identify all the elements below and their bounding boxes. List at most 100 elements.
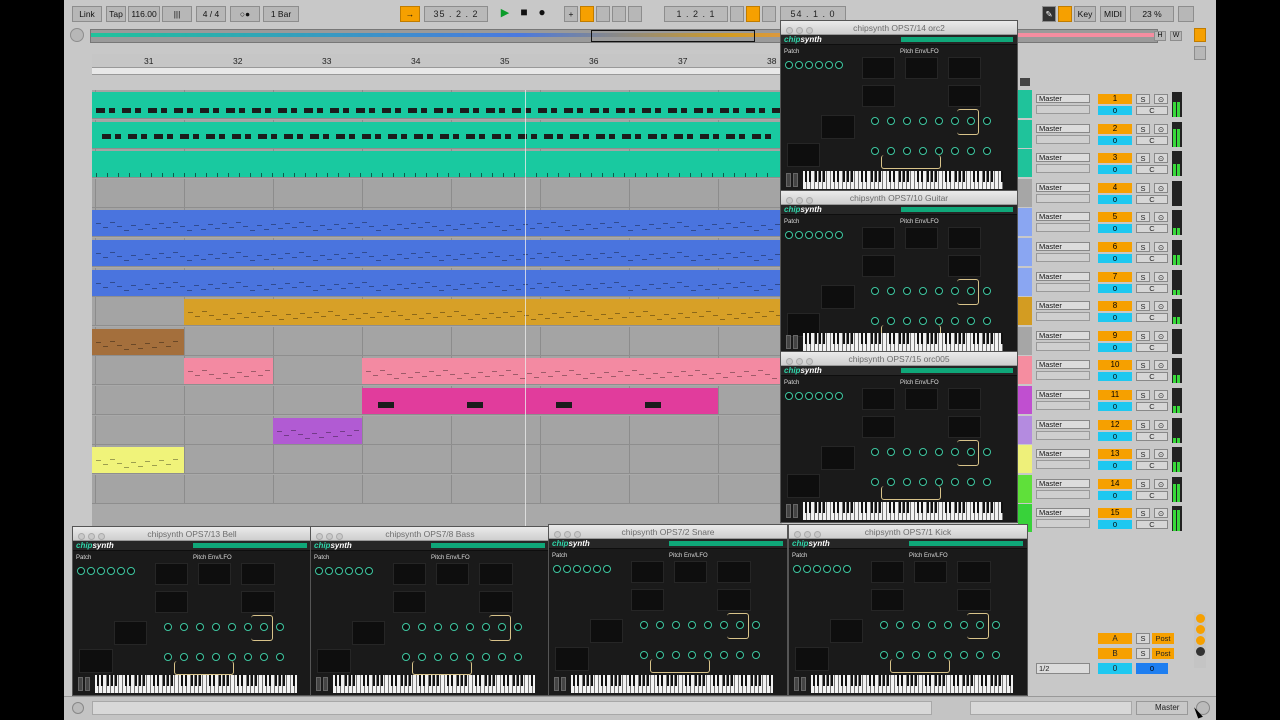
knob-icon[interactable] — [573, 565, 581, 573]
operator-knob-icon[interactable] — [992, 621, 1001, 629]
track-lane[interactable] — [92, 297, 782, 327]
midi-clip[interactable] — [184, 358, 273, 385]
plugin-body[interactable]: chipsynth Patch Pitch Env/LFO — [311, 541, 549, 695]
zoom-icon[interactable] — [806, 197, 813, 204]
mixer-row[interactable]: Master 9 0 S ⊙ C — [1018, 326, 1184, 356]
operator-panel[interactable] — [861, 416, 896, 438]
track-lane[interactable] — [92, 149, 782, 179]
lfo-panel[interactable] — [673, 561, 708, 583]
cue-button[interactable]: C — [1136, 194, 1168, 204]
knob-icon[interactable] — [813, 565, 821, 573]
track-volume[interactable]: 0 — [1098, 254, 1132, 263]
return-a-post[interactable]: Post — [1152, 633, 1174, 644]
filter-panel[interactable] — [717, 561, 751, 583]
operator-knob-icon[interactable] — [244, 653, 253, 661]
macro-panel[interactable] — [795, 647, 829, 671]
mod-wheel[interactable] — [793, 173, 798, 187]
knob-icon[interactable] — [795, 61, 803, 69]
zoom-icon[interactable] — [336, 533, 343, 540]
plugin-body[interactable]: chipsynth Patch Pitch Env/LFO — [549, 539, 787, 695]
output-channel-menu[interactable] — [1036, 371, 1090, 381]
zoom-icon[interactable] — [814, 531, 821, 538]
capture-icon[interactable] — [612, 6, 626, 22]
midi-clip[interactable] — [184, 299, 782, 326]
patch-bar[interactable] — [431, 543, 545, 548]
track-volume[interactable]: 0 — [1098, 313, 1132, 323]
minimize-icon[interactable] — [88, 533, 95, 540]
operator-knob-icon[interactable] — [672, 651, 681, 659]
back-to-arrangement-icon[interactable] — [596, 6, 610, 22]
operator-panel[interactable] — [947, 255, 981, 277]
operator-knob-icon[interactable] — [960, 651, 969, 659]
operator-knob-icon[interactable] — [896, 651, 905, 659]
operator-knob-icon[interactable] — [482, 653, 491, 661]
punch-out-icon[interactable] — [762, 6, 776, 22]
zoom-icon[interactable] — [98, 533, 105, 540]
track-activator[interactable]: 8 — [1098, 301, 1132, 312]
track-lane[interactable] — [92, 415, 782, 445]
operator-knob-icon[interactable] — [919, 147, 928, 155]
track-volume[interactable]: 0 — [1098, 283, 1132, 293]
operator-knob-icon[interactable] — [919, 478, 928, 486]
operator-knob-icon[interactable] — [935, 117, 944, 125]
h-button[interactable]: H — [1154, 31, 1166, 41]
operator-knob-icon[interactable] — [887, 317, 896, 325]
track-lane[interactable] — [92, 208, 782, 238]
track-volume[interactable]: 0 — [1098, 165, 1132, 175]
knob-icon[interactable] — [815, 392, 823, 400]
track-volume[interactable]: 0 — [1098, 224, 1132, 234]
operator-knob-icon[interactable] — [871, 287, 880, 295]
return-b-label[interactable]: B — [1098, 648, 1132, 659]
track-lane[interactable] — [92, 119, 782, 149]
pitch-wheel[interactable] — [554, 677, 559, 691]
operator-knob-icon[interactable] — [967, 478, 976, 486]
midi-clip[interactable] — [92, 121, 782, 148]
return-b-solo[interactable]: S — [1136, 648, 1150, 659]
play-icon[interactable]: ▶ — [496, 6, 514, 22]
knob-icon[interactable] — [825, 61, 833, 69]
mixer-row[interactable]: Master 12 0 S ⊙ C — [1018, 415, 1184, 445]
operator-knob-icon[interactable] — [212, 623, 221, 631]
knob-icon[interactable] — [315, 567, 323, 575]
mod-wheel[interactable] — [85, 677, 90, 691]
pencil-icon[interactable]: ✎ — [1042, 6, 1056, 22]
plugin-body[interactable]: chipsynth Patch Pitch Env/LFO — [789, 539, 1027, 695]
knob-icon[interactable] — [365, 567, 373, 575]
operator-knob-icon[interactable] — [903, 478, 912, 486]
track-lane[interactable] — [92, 178, 782, 208]
operator-panel[interactable] — [241, 591, 275, 613]
knob-icon[interactable] — [563, 565, 571, 573]
knob-icon[interactable] — [803, 565, 811, 573]
operator-knob-icon[interactable] — [983, 317, 992, 325]
envelope-panel[interactable] — [861, 57, 896, 79]
envelope-panel[interactable] — [861, 388, 896, 410]
arm-button[interactable]: ⊙ — [1154, 478, 1168, 489]
track-activator[interactable]: 1 — [1098, 94, 1132, 104]
cue-button[interactable]: C — [1136, 402, 1168, 411]
operator-knob-icon[interactable] — [514, 623, 523, 631]
link-button[interactable]: Link — [72, 6, 102, 22]
operator-panel[interactable] — [479, 591, 513, 613]
automation-arm-icon[interactable] — [580, 6, 594, 22]
operator-panel[interactable] — [957, 589, 991, 611]
mod-wheel[interactable] — [793, 335, 798, 349]
return-a-label[interactable]: A — [1098, 633, 1132, 644]
operator-knob-icon[interactable] — [871, 478, 880, 486]
minimize-icon[interactable] — [326, 533, 333, 540]
operator-panel[interactable] — [947, 85, 981, 107]
metronome-icon[interactable]: ○● — [230, 6, 260, 22]
operator-knob-icon[interactable] — [903, 448, 912, 456]
loop-switch-icon[interactable] — [746, 6, 760, 22]
algorithm-panel[interactable] — [589, 619, 624, 643]
solo-button[interactable]: S — [1136, 212, 1150, 223]
plugin-body[interactable]: chipsynth Patch Pitch Env/LFO — [73, 541, 311, 695]
filter-panel[interactable] — [957, 561, 991, 583]
solo-button[interactable]: S — [1136, 153, 1150, 164]
plugin-titlebar[interactable]: chipsynth OPS7/2 Snare — [549, 525, 787, 539]
midi-clip[interactable] — [92, 210, 782, 237]
track-activator[interactable]: 11 — [1098, 390, 1132, 400]
algorithm-panel[interactable] — [829, 619, 864, 643]
output-channel-menu[interactable] — [1036, 519, 1090, 529]
operator-panel[interactable] — [861, 255, 896, 277]
knob-icon[interactable] — [793, 565, 801, 573]
